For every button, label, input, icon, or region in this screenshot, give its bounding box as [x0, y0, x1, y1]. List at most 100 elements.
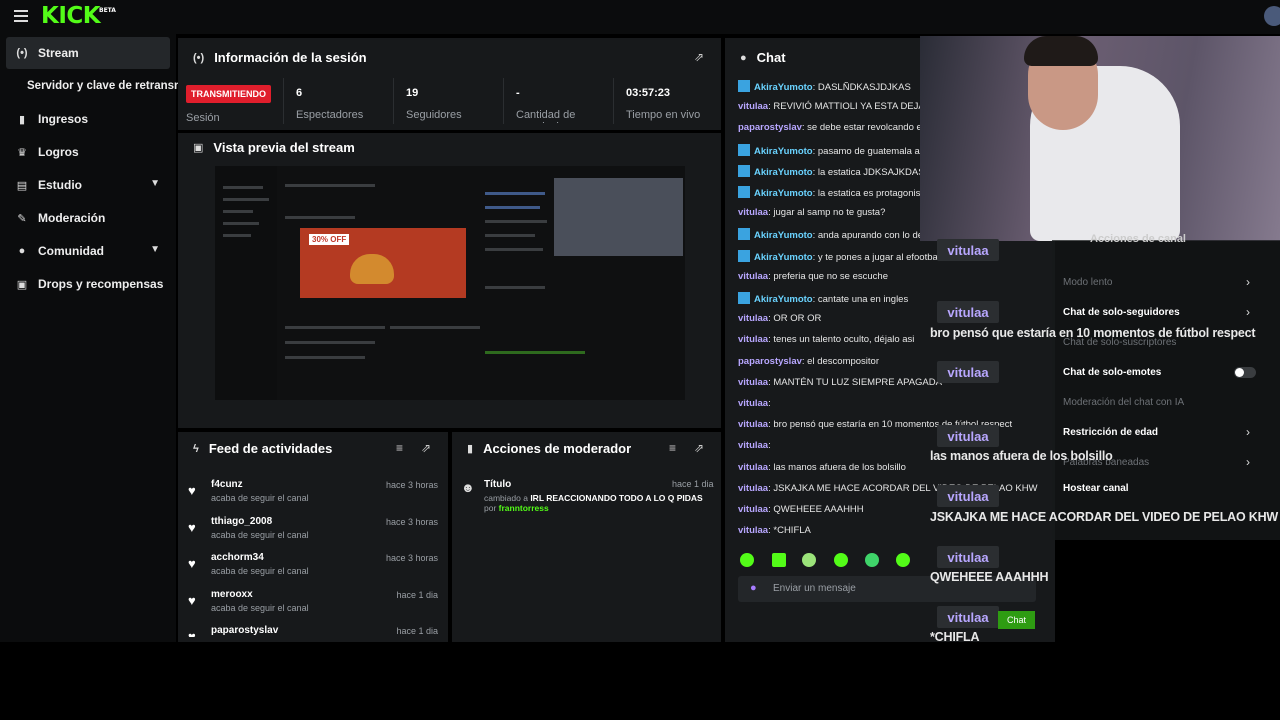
feed-desc: acaba de seguir el canal: [211, 603, 309, 613]
sidebar-item-server-key[interactable]: Servidor y clave de retransn: [6, 70, 182, 102]
chat-username[interactable]: AkiraYumoto: [754, 167, 813, 178]
sidebar-item-label: Comunidad: [38, 244, 104, 258]
sidebar-item-drops[interactable]: ▣ Drops y recompensas: [6, 268, 170, 300]
chat-username[interactable]: AkiraYumoto: [754, 188, 813, 199]
emote-only-toggle[interactable]: [1234, 367, 1256, 378]
chat-text: :: [768, 398, 771, 409]
chat-username[interactable]: vitulaa: [738, 419, 768, 430]
preview-title: ▣ Vista previa del stream: [193, 140, 355, 155]
mod-action-by-user[interactable]: franntorress: [499, 503, 549, 513]
top-bar: KICK BETA: [0, 0, 1280, 34]
chat-username[interactable]: vitulaa: [738, 525, 768, 536]
chat-username[interactable]: vitulaa: [738, 504, 768, 515]
menu-item[interactable]: Modo lento: [1063, 277, 1112, 288]
emote-icon[interactable]: [834, 553, 848, 567]
divider: [283, 78, 284, 124]
chat-message: vitulaa: REVIVIÓ MATTIOLI YA ESTA DEJA I: [738, 101, 929, 112]
chat-message: vitulaa: QWEHEEE AAAHHH: [738, 504, 864, 515]
menu-icon[interactable]: [14, 10, 28, 22]
feed-user[interactable]: merooxx: [211, 589, 253, 600]
sidebar-item-moderacion[interactable]: ✎ Moderación: [6, 202, 170, 234]
feed-desc: acaba de seguir el canal: [211, 530, 309, 540]
chat-username[interactable]: paparostyslav: [738, 122, 802, 133]
chat-message: vitulaa: preferia que no se escuche: [738, 271, 888, 282]
chat-button[interactable]: Chat: [998, 611, 1035, 629]
overlay-username: vitulaa: [937, 239, 999, 261]
chat-message: paparostyslav: se debe estar revolcando …: [738, 122, 922, 133]
feed-desc: acaba de seguir el canal: [211, 493, 309, 503]
heart-icon: ♥: [188, 556, 196, 571]
sidebar-item-estudio[interactable]: ▤ Estudio ▼: [6, 169, 170, 201]
heart-icon: ♥: [188, 629, 196, 637]
chat-username[interactable]: vitulaa: [738, 398, 768, 409]
avatar[interactable]: [1264, 6, 1280, 26]
chat-username[interactable]: AkiraYumoto: [754, 230, 813, 241]
chevron-right-icon: ›: [1246, 305, 1250, 319]
filter-icon[interactable]: ≡: [669, 441, 676, 455]
overlay-message: las manos afuera de los bolsillo: [930, 449, 1113, 463]
feed-user[interactable]: tthiago_2008: [211, 516, 272, 527]
sidebar-item-comunidad[interactable]: ● Comunidad ▼: [6, 235, 170, 267]
mod-action-title: Título: [484, 479, 512, 490]
filter-icon[interactable]: ≡: [396, 441, 403, 455]
popout-icon[interactable]: ⇗: [421, 441, 431, 455]
preview-sidebar: [215, 166, 277, 400]
menu-item[interactable]: Hostear canal: [1063, 483, 1129, 494]
chat-username[interactable]: vitulaa: [738, 271, 768, 282]
chat-username[interactable]: vitulaa: [738, 334, 768, 345]
chat-username[interactable]: vitulaa: [738, 313, 768, 324]
feed-user[interactable]: acchorm34: [211, 552, 264, 563]
menu-item[interactable]: Restricción de edad: [1063, 427, 1158, 438]
emote-icon[interactable]: [772, 553, 786, 567]
sidebar-item-logros[interactable]: ♛ Logros: [6, 136, 170, 168]
preview-title-text: Vista previa del stream: [213, 140, 355, 155]
webcam-overlay: [920, 36, 1280, 241]
chevron-right-icon: ›: [1246, 425, 1250, 439]
chat-text: : se debe estar revolcando e: [801, 122, 922, 133]
trophy-icon: ♛: [17, 146, 27, 159]
sidebar-item-ingresos[interactable]: ▮ Ingresos: [6, 103, 170, 135]
chat-username[interactable]: vitulaa: [738, 207, 768, 218]
emote-icon[interactable]: [865, 553, 879, 567]
chat-text: : preferia que no se escuche: [768, 271, 888, 282]
gift-icon: ▣: [16, 278, 28, 291]
menu-item[interactable]: Chat de solo-seguidores: [1063, 307, 1180, 318]
chat-username[interactable]: vitulaa: [738, 101, 768, 112]
preview-line: [223, 234, 251, 237]
chat-username[interactable]: paparostyslav: [738, 356, 802, 367]
chat-username[interactable]: AkiraYumoto: [754, 146, 813, 157]
menu-item[interactable]: Chat de solo-emotes: [1063, 367, 1161, 378]
stream-preview[interactable]: 30% OFF: [215, 166, 685, 400]
sidebar-item-label: Ingresos: [38, 112, 89, 126]
emote-icon[interactable]: [896, 553, 910, 567]
preview-icon: ▣: [193, 142, 204, 154]
mod-actions-title-text: Acciones de moderador: [483, 441, 632, 456]
chat-text: : OR OR OR: [768, 313, 822, 324]
popout-icon[interactable]: ⇗: [694, 50, 704, 64]
chat-text: : anda apurando con lo del: [812, 230, 926, 241]
kick-logo[interactable]: KICK BETA: [41, 3, 116, 29]
chat-username[interactable]: AkiraYumoto: [754, 294, 813, 305]
chat-username[interactable]: vitulaa: [738, 462, 768, 473]
chat-username[interactable]: AkiraYumoto: [754, 252, 813, 263]
menu-item[interactable]: Moderación del chat con IA: [1063, 397, 1184, 408]
popout-icon[interactable]: ⇗: [694, 441, 704, 455]
feed-user[interactable]: paparostyslav: [211, 625, 278, 636]
chat-username[interactable]: AkiraYumoto: [754, 82, 813, 93]
sidebar-item-stream[interactable]: (•) Stream: [6, 37, 170, 69]
chat-username[interactable]: vitulaa: [738, 440, 768, 451]
emote-icon[interactable]: [740, 553, 754, 567]
feed-user[interactable]: f4cunz: [211, 479, 243, 490]
chevron-right-icon: ›: [1246, 275, 1250, 289]
chat-username[interactable]: vitulaa: [738, 377, 768, 388]
layout-icon: ▤: [16, 179, 28, 192]
logo-text: KICK: [41, 3, 101, 29]
chat-message: vitulaa: tenes un talento oculto, déjalo…: [738, 334, 914, 345]
chat-message: AkiraYumoto: DASLÑDKASJDJKAS: [738, 80, 911, 93]
emote-icon[interactable]: [802, 553, 816, 567]
people-icon: ●: [18, 245, 26, 257]
mic-icon[interactable]: ●: [750, 582, 757, 594]
chat-username[interactable]: vitulaa: [738, 483, 768, 494]
preview-line: [285, 216, 355, 219]
chat-placeholder: Enviar un mensaje: [773, 583, 856, 594]
